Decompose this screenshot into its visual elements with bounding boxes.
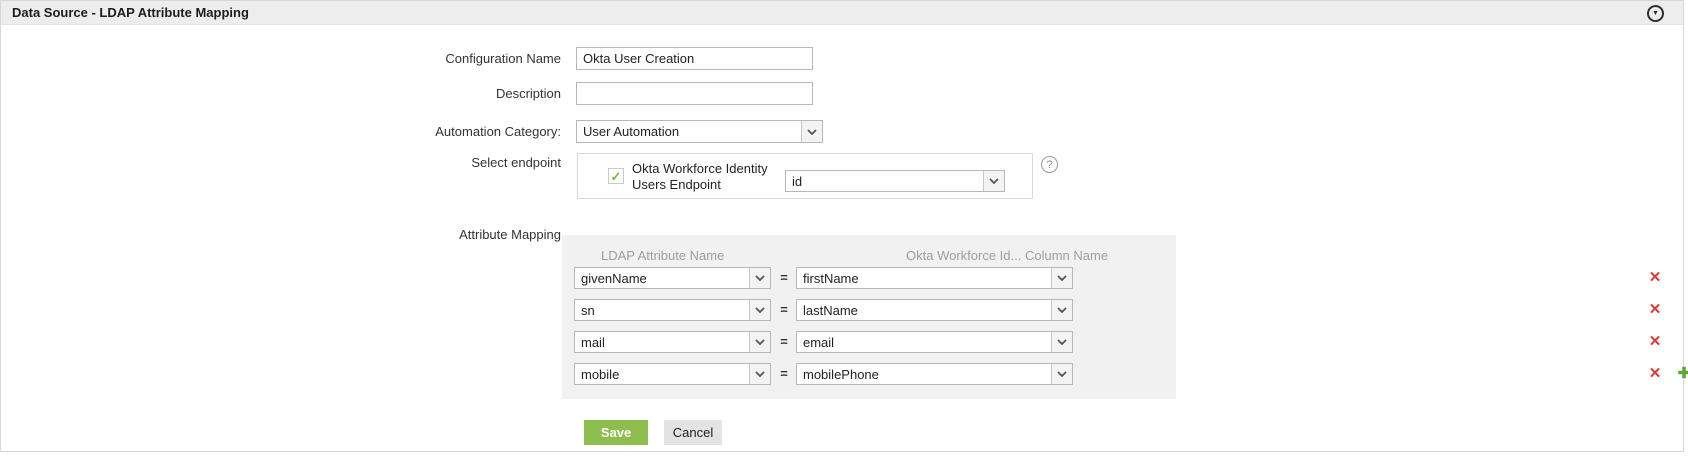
save-button[interactable]: Save: [584, 420, 648, 445]
collapse-panel-button[interactable]: ▼: [1647, 5, 1664, 22]
okta-column-value: lastName: [797, 300, 1051, 320]
chevron-down-icon: [801, 121, 822, 142]
chevron-down-icon: [1051, 300, 1072, 320]
data-source-panel: Data Source - LDAP Attribute Mapping ▼ C…: [0, 0, 1684, 452]
automation-category-value: User Automation: [577, 121, 801, 142]
equals-sign: =: [774, 331, 794, 353]
endpoint-name: Okta Workforce Identity Users Endpoint: [632, 161, 800, 193]
delete-icon: ✕: [1649, 269, 1662, 286]
ldap-attribute-select[interactable]: mail: [574, 331, 771, 353]
delete-row-button[interactable]: ✕: [1645, 363, 1665, 385]
delete-row-button[interactable]: ✕: [1645, 331, 1665, 353]
chevron-down-icon: ▼: [1652, 10, 1659, 17]
ldap-attribute-select[interactable]: sn: [574, 299, 771, 321]
cancel-button[interactable]: Cancel: [664, 420, 722, 445]
mapping-row: givenName = firstName ✕: [562, 267, 1176, 289]
configuration-name-label: Configuration Name: [1, 47, 561, 70]
okta-column-value: mobilePhone: [797, 364, 1051, 384]
chevron-down-icon: [1051, 364, 1072, 384]
ldap-attribute-value: mail: [575, 332, 749, 352]
mapping-row: mail = email ✕: [562, 331, 1176, 353]
configuration-name-input[interactable]: [576, 47, 813, 70]
attribute-mapping-panel: LDAP Attribute Name Okta Workforce Id...…: [562, 235, 1176, 399]
okta-column-value: firstName: [797, 268, 1051, 288]
okta-column-select[interactable]: email: [796, 331, 1073, 353]
endpoint-box: ✓ Okta Workforce Identity Users Endpoint…: [577, 153, 1033, 199]
delete-icon: ✕: [1649, 333, 1662, 350]
endpoint-column-select[interactable]: id: [785, 170, 1005, 192]
mapping-row: sn = lastName ✕: [562, 299, 1176, 321]
select-endpoint-label: Select endpoint: [1, 151, 561, 174]
add-row-button[interactable]: ✚: [1674, 363, 1688, 385]
add-icon: ✚: [1678, 365, 1688, 382]
automation-category-label: Automation Category:: [1, 120, 561, 143]
chevron-down-icon: [749, 332, 770, 352]
mapping-row: mobile = mobilePhone ✕ ✚: [562, 363, 1176, 385]
checkmark-icon: ✓: [611, 170, 622, 183]
automation-category-select[interactable]: User Automation: [576, 120, 823, 143]
equals-sign: =: [774, 363, 794, 385]
delete-icon: ✕: [1649, 365, 1662, 382]
chevron-down-icon: [749, 300, 770, 320]
okta-column-header: Okta Workforce Id... Column Name: [906, 248, 1108, 263]
chevron-down-icon: [1051, 268, 1072, 288]
attribute-mapping-label: Attribute Mapping: [1, 223, 561, 246]
delete-row-button[interactable]: ✕: [1645, 267, 1665, 289]
chevron-down-icon: [749, 364, 770, 384]
ldap-attribute-select[interactable]: givenName: [574, 267, 771, 289]
okta-column-select[interactable]: lastName: [796, 299, 1073, 321]
okta-column-value: email: [797, 332, 1051, 352]
endpoint-checkbox[interactable]: ✓: [608, 168, 624, 184]
okta-column-select[interactable]: mobilePhone: [796, 363, 1073, 385]
okta-column-select[interactable]: firstName: [796, 267, 1073, 289]
delete-icon: ✕: [1649, 301, 1662, 318]
delete-row-button[interactable]: ✕: [1645, 299, 1665, 321]
ldap-attribute-select[interactable]: mobile: [574, 363, 771, 385]
chevron-down-icon: [983, 171, 1004, 191]
ldap-column-header: LDAP Attribute Name: [601, 248, 724, 263]
help-icon[interactable]: ?: [1041, 156, 1058, 173]
ldap-attribute-value: mobile: [575, 364, 749, 384]
chevron-down-icon: [1051, 332, 1072, 352]
equals-sign: =: [774, 299, 794, 321]
ldap-attribute-value: sn: [575, 300, 749, 320]
panel-header: Data Source - LDAP Attribute Mapping ▼: [1, 1, 1683, 25]
ldap-attribute-value: givenName: [575, 268, 749, 288]
description-label: Description: [1, 82, 561, 105]
description-input[interactable]: [576, 82, 813, 105]
equals-sign: =: [774, 267, 794, 289]
chevron-down-icon: [749, 268, 770, 288]
endpoint-column-value: id: [786, 171, 983, 191]
page-title: Data Source - LDAP Attribute Mapping: [12, 5, 249, 20]
